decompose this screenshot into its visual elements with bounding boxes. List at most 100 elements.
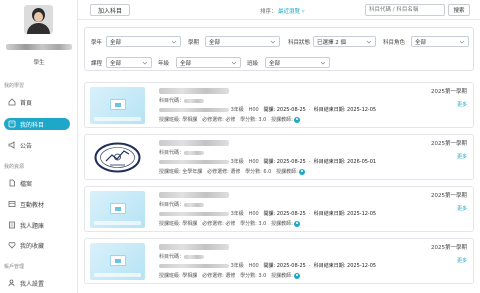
chevron-down-icon [231,61,237,65]
course-thumbnail[interactable] [90,87,145,124]
sidebar-item-label: 公告 [20,142,33,150]
course-meta: 3年級 H00 開課: 2025-08-25 · 科目結束日期: 2026-05… [159,158,376,165]
sidebar-item-label: 互動教材 [20,201,45,209]
add-course-button[interactable]: 加入科目 [90,4,130,16]
filter-value: 全部 [209,39,221,46]
sort-label: 排序： [260,9,277,15]
filter-value: 全部 [269,60,281,67]
filter-select-role[interactable]: 全部 [411,36,469,47]
user-settings-icon [8,279,16,287]
filter-select-status[interactable]: 已選擇 2 個 [313,36,376,47]
sidebar-item-my-courses[interactable]: 我的科目 [4,118,70,130]
course-title-redacted[interactable] [159,87,229,94]
section-title-account: 帳戶管理 [4,264,25,270]
course-logo-icon [94,142,141,173]
course-card[interactable]: 科目代碼： 3年級 H00 開課: 2025-08-25 · 科目結束日期: 2… [84,82,474,128]
more-link[interactable]: 更多 [457,257,467,264]
course-meta: 3年級 H00 開課: 2025-08-25 · 科目結束日期: 2025-12… [159,106,376,113]
teacher-icon[interactable] [294,220,301,227]
more-link[interactable]: 更多 [457,153,467,160]
user-name-redacted [6,43,72,50]
filter-select-semester[interactable]: 全部 [205,36,280,47]
course-card[interactable]: 科目代碼： 3年級 H00 開課: 2025-08-25 · 科目結束日期: 2… [84,186,474,232]
sidebar-item-label: 首頁 [20,99,33,107]
megaphone-icon [8,141,16,149]
sidebar-item-question-bank[interactable]: 我人題庫 [4,219,70,231]
course-card[interactable]: 科目代碼： 3年級 H00 開課: 2025-08-25 · 科目結束日期: 2… [84,134,474,180]
teacher-icon[interactable] [294,272,301,279]
filter-value: 全部 [110,60,122,67]
avatar[interactable] [24,5,53,34]
filter-panel: 學年 全部 學期 全部 科目狀態 已選擇 2 個 科目角色 全部 課程 全部 年… [84,27,474,71]
sidebar-item-interactive-materials[interactable]: 互動教材 [4,198,70,210]
course-code: 科目代碼： [159,149,205,156]
chevron-down-icon [459,40,465,44]
filter-label-grade: 年級 [158,61,170,67]
filter-label-year: 學年 [91,40,103,46]
semester-label: 2025第一學期 [431,89,467,95]
sidebar-item-home[interactable]: 首頁 [4,96,70,108]
heart-icon [8,241,16,249]
semester-label: 2025第一學期 [431,193,467,199]
section-title-learning: 我的學習 [4,83,25,89]
sidebar-item-label: 檔案 [20,180,33,188]
section-title-resources: 我的資源 [4,164,25,170]
filter-label-role: 科目角色 [383,40,406,46]
search-input[interactable] [365,4,445,16]
sidebar-item-files[interactable]: 檔案 [4,177,70,189]
user-role: 學生 [33,60,45,66]
semester-label: 2025第一學期 [431,245,467,251]
course-meta: 3年級 H00 開課: 2025-08-25 · 科目結束日期: 2025-12… [159,262,376,269]
sidebar-item-label: 我的收藏 [20,242,45,250]
toolbar: 加入科目 排序： 最近瀏覽 ▿ 搜索 [78,0,480,20]
sidebar-item-label: 我人設置 [20,280,45,288]
course-card[interactable]: 科目代碼： 3年級 H00 開課: 2025-08-25 · 科目結束日期: 2… [84,238,474,284]
book-icon [8,120,16,128]
teacher-icon[interactable] [299,168,306,175]
sidebar: 學生 我的學習 首頁 我的科目 公告 我的資源 檔案 互動教材 我人題庫 我的收… [0,0,78,293]
filter-select-course[interactable]: 全部 [106,57,152,68]
course-code: 科目代碼： [159,201,205,208]
course-meta: 3年級 H00 開課: 2025-08-25 · 科目結束日期: 2025-12… [159,210,376,217]
course-title-redacted[interactable] [159,191,229,198]
semester-label: 2025第一學期 [431,141,467,147]
course-title-redacted[interactable] [159,243,229,250]
more-link[interactable]: 更多 [457,101,467,108]
teacher-icon[interactable] [294,116,301,123]
sidebar-item-settings[interactable]: 我人設置 [4,277,70,289]
course-thumbnail[interactable] [90,191,145,228]
course-thumbnail[interactable] [90,139,145,176]
chevron-down-icon [270,40,276,44]
course-details: 授課班級: 學相課 必修選修: 必修 學分數: 3.0 授課教師: [159,220,301,227]
filter-select-class[interactable]: 全部 [265,57,330,68]
course-details: 授課班級: 學相課 必修選修: 必修 學分數: 3.0 授課教師: [159,116,301,123]
filter-select-grade[interactable]: 全部 [176,57,241,68]
filter-select-year[interactable]: 全部 [106,36,181,47]
course-thumbnail[interactable] [90,243,145,280]
chevron-down-icon [366,40,372,44]
course-details: 授課班級: 學相課 必修選修: 選修 學分數: 3.0 授課教師: [159,272,301,279]
more-link[interactable]: 更多 [457,205,467,212]
filter-label-status: 科目狀態 [288,40,311,46]
filter-value: 已選擇 2 個 [317,39,346,46]
home-icon [8,98,16,106]
course-title-redacted[interactable] [159,139,229,146]
filter-label-course: 課程 [91,61,103,67]
question-bank-icon [8,221,16,229]
chevron-down-icon [320,61,326,65]
filter-label-class: 班級 [247,61,259,67]
layers-icon [8,200,16,208]
filter-value: 全部 [110,39,122,46]
filter-label-semester: 學期 [188,40,200,46]
course-details: 授課班級: 全學年課 必修選修: 選修 學分數: 6.0 授課教師: [159,168,306,175]
search-button[interactable]: 搜索 [448,4,470,16]
file-icon [8,179,16,187]
chevron-down-icon [171,40,177,44]
sidebar-item-favorites[interactable]: 我的收藏 [4,239,70,251]
course-code: 科目代碼： [159,97,205,104]
sidebar-item-announcements[interactable]: 公告 [4,139,70,151]
sidebar-item-label: 我的科目 [20,121,45,129]
filter-value: 全部 [180,60,192,67]
sort-dropdown[interactable]: 最近瀏覽 ▿ [278,7,305,15]
sidebar-item-label: 我人題庫 [20,222,45,230]
